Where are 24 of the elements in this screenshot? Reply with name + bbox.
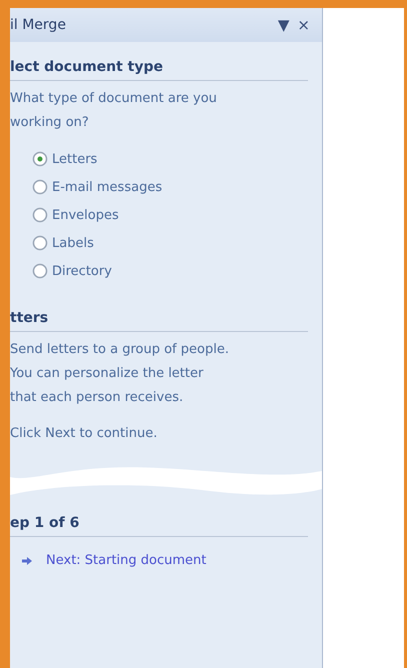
pane-title: il Merge xyxy=(10,17,67,33)
radio-option[interactable]: Letters xyxy=(32,151,308,167)
radio-button[interactable] xyxy=(32,263,48,279)
radio-button[interactable] xyxy=(32,235,48,251)
close-button[interactable]: × xyxy=(293,16,314,34)
question-text: What type of document are you xyxy=(10,90,218,108)
menu-button[interactable]: ▼ xyxy=(274,16,294,34)
radio-option[interactable]: Envelopes xyxy=(32,207,308,223)
question-text: working on? xyxy=(10,114,90,132)
section-heading: lect document type xyxy=(10,42,308,81)
radio-option[interactable]: Directory xyxy=(32,263,308,279)
next-link[interactable]: Next: Starting document xyxy=(46,553,206,568)
description-text: that each person receives. xyxy=(10,389,184,407)
description-text: You can personalize the letter xyxy=(10,365,204,383)
hint-text: Click Next to continue. xyxy=(10,426,158,441)
radio-button[interactable] xyxy=(32,179,48,195)
section-heading: tters xyxy=(10,293,308,332)
radio-button[interactable] xyxy=(32,151,48,167)
step-heading: ep 1 of 6 xyxy=(10,511,308,537)
radio-button[interactable] xyxy=(32,207,48,223)
arrow-icon xyxy=(22,556,32,566)
description-text: Send letters to a group of people. xyxy=(10,341,230,359)
radio-option[interactable]: Labels xyxy=(32,235,308,251)
radio-option[interactable]: E-mail messages xyxy=(32,179,308,195)
